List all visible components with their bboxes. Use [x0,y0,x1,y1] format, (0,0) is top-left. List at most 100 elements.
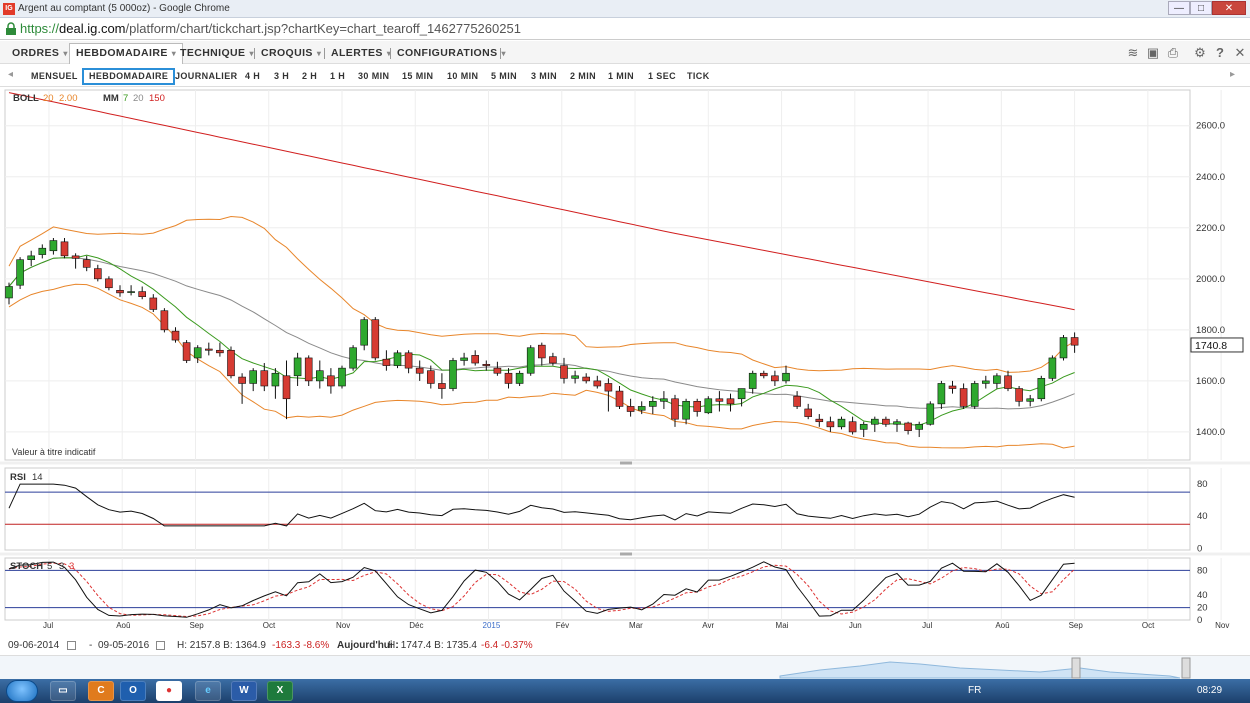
tf-tick[interactable]: TICK [682,68,715,85]
menu-ordres[interactable]: ORDRES ▾ [6,44,74,62]
address-bar[interactable]: https://deal.ig.com/platform/chart/tickc… [0,18,1250,40]
scroll-right-icon[interactable]: ▸ [1230,69,1235,80]
navigator-handle-right[interactable] [1181,657,1191,679]
tf-4h[interactable]: 4 H [240,68,265,85]
start-button[interactable] [6,680,38,702]
print-icon[interactable]: ⎙ [1166,46,1180,60]
menu-configurations[interactable]: CONFIGURATIONS ▾ [391,44,512,62]
navigator-handle-left[interactable] [1071,657,1081,679]
rsi-tick-label: 80 [1197,479,1208,490]
candle-body [1015,388,1023,402]
tf-3min[interactable]: 3 MIN [526,68,562,85]
to-date[interactable]: 09-05-2016 [98,637,149,655]
x-tick-label: 2015 [483,621,501,630]
candle-body [182,342,191,361]
language-indicator[interactable]: FR [968,679,981,703]
layers-icon[interactable]: ≋ [1126,46,1140,60]
menu-hebdomadaire[interactable]: HEBDOMADAIRE ▾ [69,43,184,64]
calendar-icon[interactable] [67,641,76,650]
tf-mensuel[interactable]: MENSUEL [26,68,83,85]
image-icon[interactable]: ▣ [1146,46,1160,60]
chevron-down-icon: ▾ [501,49,506,58]
today-high-low: H: 1747.4 B: 1735.4 [388,640,477,651]
tf-1h[interactable]: 1 H [325,68,350,85]
navigator-strip[interactable] [0,655,1250,679]
candle-body [771,375,779,382]
word-taskbar-icon[interactable]: W [231,681,257,701]
clock[interactable]: 08:29 [1197,679,1222,703]
close-icon[interactable]: ✕ [1233,46,1247,60]
candle-body [782,372,790,382]
candle-body [915,423,924,430]
menu-alertes[interactable]: ALERTES▾ [325,44,397,62]
tf-hebdomadaire[interactable]: HEBDOMADAIRE [82,68,176,85]
candle-body [837,418,846,428]
candle-body [460,357,468,361]
gear-icon[interactable]: ⚙ [1193,46,1207,60]
tf-15min[interactable]: 15 MIN [397,68,438,85]
candle-body [227,349,235,377]
today-change: -6.4 -0.37% [481,640,533,651]
close-window-button[interactable]: ✕ [1212,1,1246,15]
candle-body [1048,357,1057,379]
tf-30min[interactable]: 30 MIN [353,68,394,85]
scroll-left-icon[interactable]: ◂ [8,69,13,80]
menu-label: CONFIGURATIONS [397,47,498,59]
candle-body [959,388,968,407]
menu-label: ALERTES [331,47,383,59]
url-host: deal.ig.com [59,21,126,36]
candle-body [193,347,202,359]
candle-body [593,380,602,387]
candle-body [704,398,713,414]
ie-taskbar-icon[interactable]: e [195,681,221,701]
candle-body [848,421,857,433]
candle-body [315,370,324,382]
panel-frame [4,467,1191,551]
candle-body [260,370,269,387]
tf-2min[interactable]: 2 MIN [565,68,601,85]
candle-body [471,355,480,364]
outlook-taskbar-icon[interactable]: O [120,681,146,701]
rsi-label: RSI [10,472,26,483]
period-high-low: H: 2157.8 B: 1364.9 [177,640,266,651]
stoch-period-d: 3 [69,561,74,572]
tf-3h[interactable]: 3 H [269,68,294,85]
x-tick-label: Aoû [116,621,130,630]
tf-1sec[interactable]: 1 SEC [643,68,681,85]
menu-technique[interactable]: TECHNIQUE ▾ [174,44,260,62]
tf-10min[interactable]: 10 MIN [442,68,483,85]
excel-taskbar-icon[interactable]: X [267,681,293,701]
tf-5min[interactable]: 5 MIN [486,68,522,85]
splitter-handle [620,461,632,465]
tf-journalier[interactable]: JOURNALIER [170,68,243,85]
last-price-label: 1740.8 [1195,340,1227,352]
candle-body [660,398,668,402]
x-tick-label: Oct [263,621,276,630]
chart-area[interactable]: Jul Aoû Sep Oct Nov Déc 2015 Fév Mar Avr Mai Jun Jul… [0,88,1250,642]
candle-body [904,422,912,431]
date-separator: - [89,640,93,651]
candle-body [682,401,690,420]
candle-body [882,418,890,425]
chrome-taskbar-icon[interactable]: ● [156,681,182,701]
candle-body [5,286,13,299]
x-tick-label: Jun [849,621,862,630]
tf-1min[interactable]: 1 MIN [603,68,639,85]
x-tick-label: Oct [1142,621,1155,630]
from-date[interactable]: 09-06-2014 [8,637,59,655]
calendar-icon[interactable] [156,641,165,650]
explorer-taskbar-icon[interactable]: ▭ [50,681,76,701]
crm-taskbar-icon[interactable]: C [88,681,114,701]
panel-frame [4,89,1191,461]
candle-body [1004,375,1012,389]
price-tick-label: 2200.0 [1196,223,1225,234]
help-icon[interactable]: ? [1213,46,1227,60]
menu-label: HEBDOMADAIRE [76,47,168,59]
candle-body [693,401,702,412]
stoch-period-k: 5 [47,561,52,572]
url-text[interactable]: https://deal.ig.com/platform/chart/tickc… [20,21,521,37]
minimize-button[interactable]: — [1168,1,1190,15]
tf-2h[interactable]: 2 H [297,68,322,85]
menu-croquis[interactable]: CROQUIS ▾ [255,44,327,62]
maximize-button[interactable]: □ [1190,1,1212,15]
